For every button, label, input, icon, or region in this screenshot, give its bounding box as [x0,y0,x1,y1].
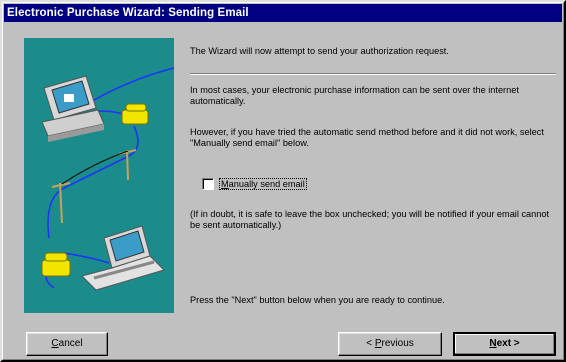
manually-send-email-checkbox[interactable] [202,178,214,190]
next-label: ext > [496,338,520,349]
manually-send-email-label[interactable]: Manually send email [219,178,307,190]
wizard-illustration [24,38,175,313]
previous-mnemonic: P [374,338,382,349]
next-button[interactable]: Next > [453,332,556,356]
paragraph-if-in-doubt: (If in doubt, it is safe to leave the bo… [190,209,550,230]
label-mnemonic: M [221,179,229,189]
cancel-label: ancel [58,338,83,349]
wizard-window: Electronic Purchase Wizard: Sending Emai… [0,0,566,362]
content-separator [190,73,556,75]
footer-instructions: Press the "Next" button below when you a… [190,295,445,305]
paragraph-manual-instructions: However, if you have tried the automatic… [190,127,544,148]
network-illustration-icon [41,67,175,291]
cancel-mnemonic: C [51,338,59,349]
previous-prefix: < [366,338,375,349]
intro-text: The Wizard will now attempt to send your… [190,46,449,56]
previous-button[interactable]: < Previous [338,332,442,356]
previous-label: revious [381,338,414,349]
next-mnemonic: N [489,338,497,349]
cancel-button[interactable]: Cancel [26,332,108,356]
title-bar[interactable]: Electronic Purchase Wizard: Sending Emai… [4,4,562,22]
paragraph-automatic: In most cases, your electronic purchase … [190,85,519,106]
label-rest: anually send email [228,179,305,189]
window-title: Electronic Purchase Wizard: Sending Emai… [7,7,249,19]
